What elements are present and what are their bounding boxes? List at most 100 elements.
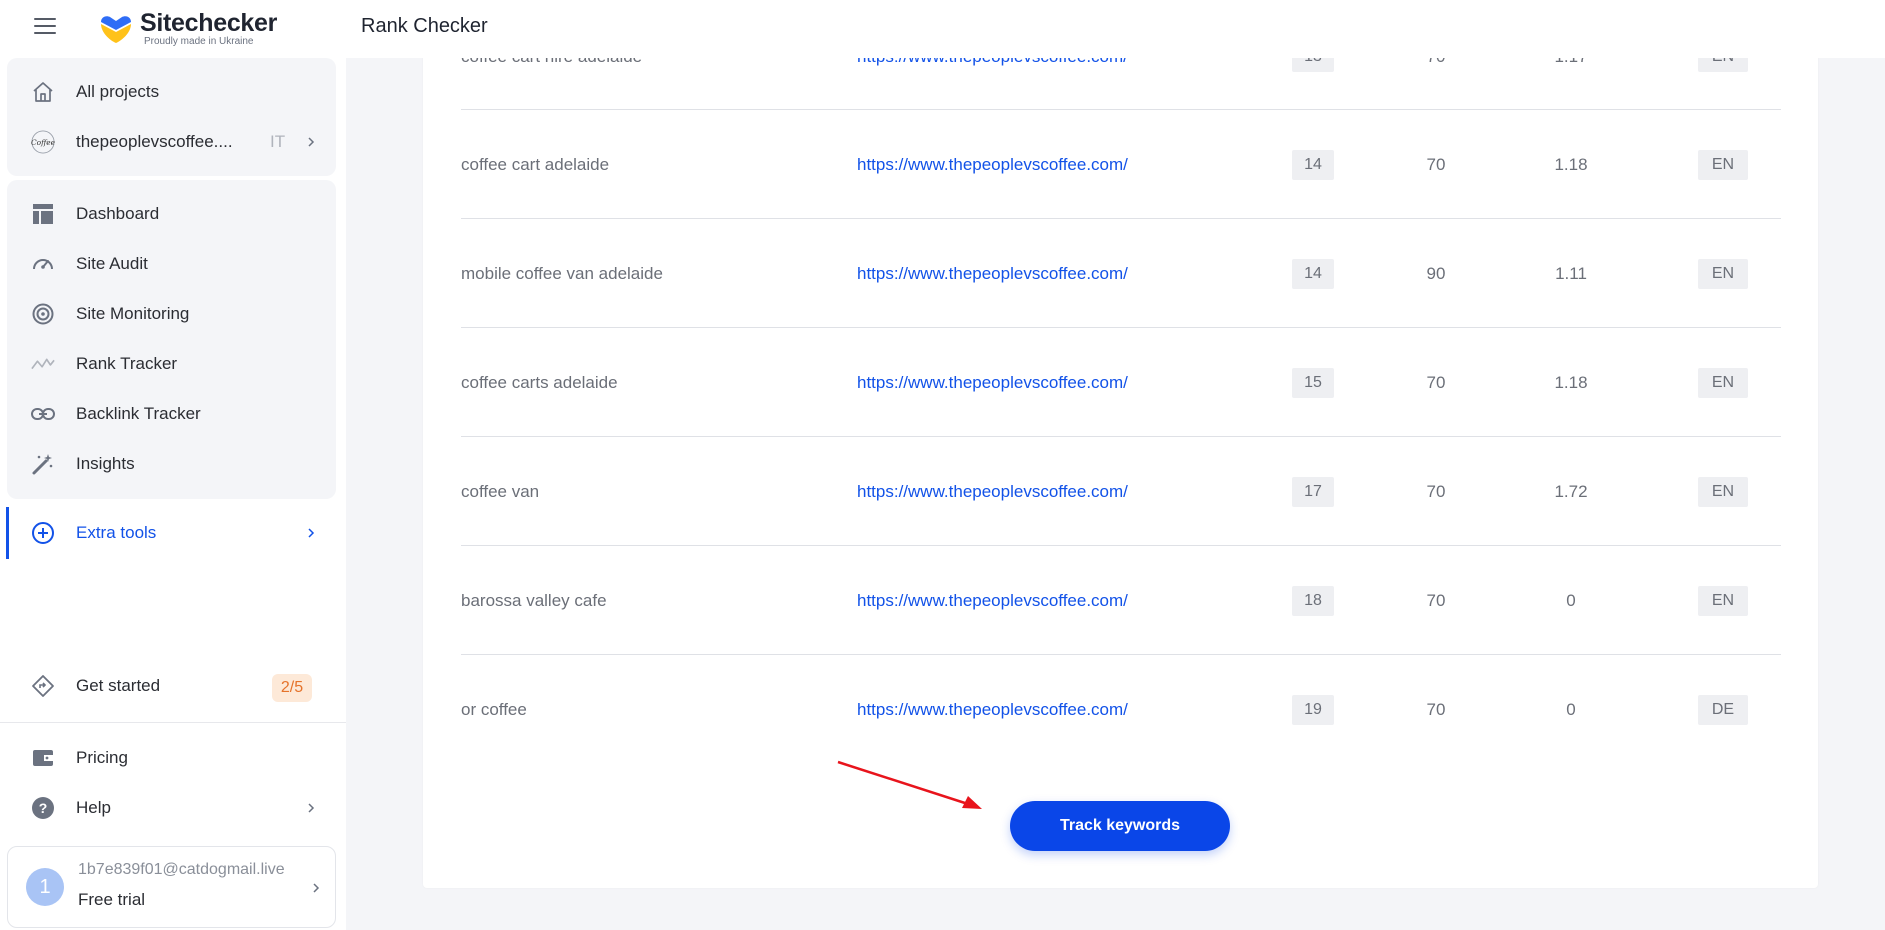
position-badge: 18: [1292, 586, 1334, 616]
url-link[interactable]: https://www.thepeoplevscoffee.com/: [857, 482, 1128, 502]
cpc-cell: 1.72: [1554, 482, 1588, 501]
url-link[interactable]: https://www.thepeoplevscoffee.com/: [857, 700, 1128, 720]
sidebar-item-all-projects[interactable]: All projects: [0, 70, 346, 114]
cpc-cell: 0: [1566, 700, 1576, 719]
sidebar-item-label: Get started: [76, 676, 161, 695]
table-row: coffee van https://www.thepeoplevscoffee…: [461, 437, 1781, 546]
project-tag: IT: [270, 132, 286, 151]
page-title: Rank Checker: [361, 15, 488, 37]
chevron-right-icon: [308, 803, 315, 813]
url-link[interactable]: https://www.thepeoplevscoffee.com/: [857, 264, 1128, 284]
link-icon: [31, 402, 55, 426]
position-badge: 17: [1292, 477, 1334, 507]
sidebar-item-label: Help: [76, 798, 111, 817]
sidebar-item-label: Pricing: [76, 748, 128, 767]
keyword-cell: coffee van: [461, 482, 540, 501]
annotation-arrow: [837, 760, 982, 809]
language-badge: DE: [1698, 695, 1748, 725]
magic-wand-icon: [31, 452, 55, 476]
position-badge: 15: [1292, 368, 1334, 398]
cpc-cell: 1.11: [1555, 264, 1587, 283]
menu-icon[interactable]: [34, 18, 56, 36]
logo-heart-icon: [101, 16, 131, 43]
cpc-cell: 0: [1566, 591, 1576, 610]
dashboard-icon: [31, 202, 55, 226]
sidebar-item-label: Extra tools: [76, 523, 157, 542]
sidebar-item-site-audit[interactable]: Site Audit: [0, 242, 346, 286]
rank-trend-icon: [31, 352, 55, 376]
sidebar-item-label: All projects: [76, 82, 160, 101]
sidebar-divider: [0, 722, 346, 723]
chevron-right-icon: [313, 883, 320, 893]
volume-cell: 70: [1426, 482, 1446, 501]
sidebar-item-insights[interactable]: Insights: [0, 442, 346, 486]
progress-badge: 2/5: [272, 674, 312, 702]
sidebar-item-label: Rank Tracker: [76, 354, 178, 373]
language-badge: EN: [1698, 368, 1748, 398]
monitoring-icon: [31, 302, 55, 326]
help-icon: ?: [31, 796, 55, 820]
top-bar: Sitechecker Proudly made in Ukraine Rank…: [0, 0, 1885, 58]
keyword-cell: mobile coffee van adelaide: [461, 264, 663, 283]
table-row: mobile coffee van adelaide https://www.t…: [461, 219, 1781, 328]
sidebar-item-dashboard[interactable]: Dashboard: [0, 192, 346, 236]
sidebar-item-get-started[interactable]: Get started 2/5: [0, 664, 346, 708]
track-keywords-button[interactable]: Track keywords: [1010, 801, 1230, 851]
language-badge: EN: [1698, 259, 1748, 289]
table-row: coffee carts adelaide https://www.thepeo…: [461, 328, 1781, 437]
keyword-cell: coffee carts adelaide: [461, 373, 618, 392]
volume-cell: 70: [1426, 155, 1446, 174]
language-badge: EN: [1698, 477, 1748, 507]
language-badge: EN: [1698, 150, 1748, 180]
home-icon: [31, 80, 55, 104]
chevron-right-icon: [308, 137, 315, 147]
table-row: coffee cart adelaide https://www.thepeop…: [461, 110, 1781, 219]
table-row: or coffee https://www.thepeoplevscoffee.…: [461, 655, 1781, 764]
brand-tagline: Proudly made in Ukraine: [144, 36, 254, 47]
sidebar-item-rank-tracker[interactable]: Rank Tracker: [0, 342, 346, 386]
cpc-cell: 1.18: [1554, 155, 1588, 174]
keyword-cell: coffee cart adelaide: [461, 155, 610, 174]
url-link[interactable]: https://www.thepeoplevscoffee.com/: [857, 591, 1128, 611]
table-row: barossa valley cafe https://www.thepeopl…: [461, 546, 1781, 655]
user-plan: Free trial: [78, 890, 146, 909]
sidebar: All projects Coffee thepeoplevscoffee...…: [0, 58, 346, 930]
volume-cell: 90: [1426, 264, 1446, 283]
wallet-icon: [31, 746, 55, 770]
route-icon: [31, 674, 55, 698]
sidebar-item-label: Insights: [76, 454, 135, 473]
svg-text:Coffee: Coffee: [31, 138, 55, 147]
sidebar-item-extra-tools[interactable]: Extra tools: [0, 511, 346, 555]
keyword-cell: barossa valley cafe: [461, 591, 607, 610]
project-name: thepeoplevscoffee....: [76, 132, 233, 151]
plus-circle-icon: [31, 521, 55, 545]
sidebar-item-label: Site Monitoring: [76, 304, 190, 323]
gauge-icon: [31, 252, 55, 276]
sidebar-item-backlink-tracker[interactable]: Backlink Tracker: [0, 392, 346, 436]
volume-cell: 70: [1426, 373, 1446, 392]
position-badge: 19: [1292, 695, 1334, 725]
sidebar-item-project[interactable]: Coffee thepeoplevscoffee.... IT: [0, 120, 346, 164]
sidebar-item-pricing[interactable]: Pricing: [0, 736, 346, 780]
brand-name: Sitechecker: [140, 9, 278, 37]
chevron-right-icon: [308, 528, 315, 538]
sidebar-item-site-monitoring[interactable]: Site Monitoring: [0, 292, 346, 336]
sidebar-item-label: Backlink Tracker: [76, 404, 201, 423]
sidebar-item-help[interactable]: ? Help: [0, 786, 346, 830]
language-badge: EN: [1698, 586, 1748, 616]
cpc-cell: 1.18: [1554, 373, 1588, 392]
avatar: 1: [26, 868, 64, 906]
user-email: 1b7e839f01@catdogmail.live: [78, 861, 285, 878]
sidebar-item-label: Dashboard: [76, 204, 160, 223]
user-account-card[interactable]: 1 1b7e839f01@catdogmail.live Free trial: [7, 846, 336, 928]
volume-cell: 70: [1426, 700, 1446, 719]
position-badge: 14: [1292, 259, 1334, 289]
position-badge: 14: [1292, 150, 1334, 180]
url-link[interactable]: https://www.thepeoplevscoffee.com/: [857, 155, 1128, 175]
sitechecker-logo[interactable]: Sitechecker Proudly made in Ukraine: [98, 6, 277, 52]
keyword-cell: or coffee: [461, 700, 527, 719]
sidebar-item-label: Site Audit: [76, 254, 148, 273]
project-favicon: Coffee: [31, 130, 55, 154]
svg-text:?: ?: [39, 800, 48, 816]
url-link[interactable]: https://www.thepeoplevscoffee.com/: [857, 373, 1128, 393]
